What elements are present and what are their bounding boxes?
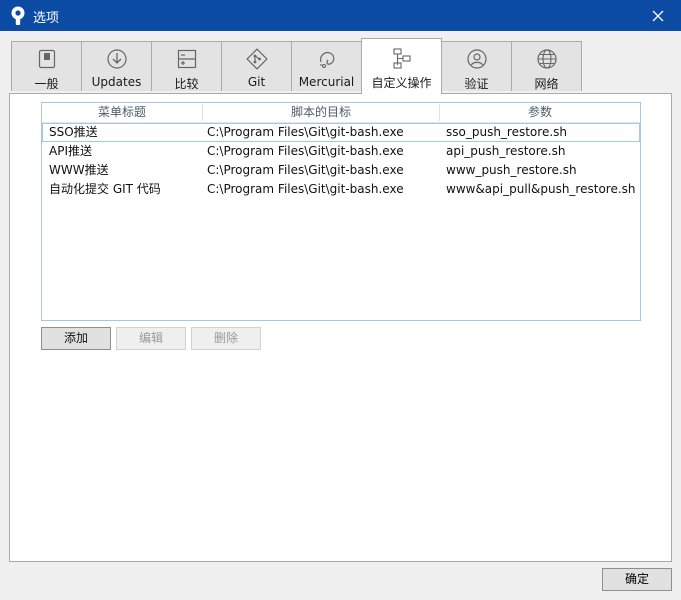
tab-mercurial[interactable]: Mercurial [291,41,362,91]
tab-general[interactable]: 一般 [11,41,82,91]
row-script-target: C:\Program Files\Git\git-bash.exe [207,163,404,177]
ok-button[interactable]: 确定 [602,568,672,591]
column-header-menu-title[interactable]: 菜单标题 [42,103,202,122]
row-script-target: C:\Program Files\Git\git-bash.exe [207,144,404,158]
row-parameters: www_push_restore.sh [446,163,577,177]
row-parameters: api_push_restore.sh [446,144,566,158]
tab-label: 一般 [34,77,59,91]
close-icon [652,10,664,21]
tab-label: 验证 [464,77,489,91]
globe-icon [536,49,557,69]
download-circle-icon [106,49,127,69]
general-icon [38,49,55,69]
tab-label: 自定义操作 [371,76,432,90]
tab-updates[interactable]: Updates [81,41,152,91]
list-header: 菜单标题 脚本的目标 参数 [42,103,640,123]
close-button[interactable] [635,0,681,31]
table-row[interactable]: API推送 C:\Program Files\Git\git-bash.exe … [42,142,640,161]
sourcetree-logo-icon [11,6,25,25]
tab-label: Mercurial [298,75,355,89]
add-button[interactable]: 添加 [41,327,111,350]
tab-custom-actions[interactable]: 自定义操作 [361,38,442,94]
custom-actions-list[interactable]: 菜单标题 脚本的目标 参数 SSO推送 C:\Program Files\Git… [41,102,641,321]
table-row[interactable]: 自动化提交 GIT 代码 C:\Program Files\Git\git-ba… [42,180,640,199]
custom-actions-panel: 菜单标题 脚本的目标 参数 SSO推送 C:\Program Files\Git… [9,93,672,562]
user-icon [466,49,487,69]
column-header-parameters[interactable]: 参数 [440,103,640,122]
tab-git[interactable]: Git [221,41,292,91]
title-bar: 选项 [0,0,681,31]
table-row[interactable]: WWW推送 C:\Program Files\Git\git-bash.exe … [42,161,640,180]
row-menu-title: 自动化提交 GIT 代码 [49,182,161,196]
custom-actions-icon [392,48,411,69]
table-row[interactable]: SSO推送 C:\Program Files\Git\git-bash.exe … [42,123,640,142]
tab-label: 比较 [174,77,199,91]
tab-authentication[interactable]: 验证 [441,41,512,91]
tab-label: Updates [91,75,142,89]
compare-icon [177,49,196,69]
tab-label: 网络 [534,77,559,91]
row-menu-title: API推送 [49,144,92,158]
row-parameters: sso_push_restore.sh [446,125,568,139]
row-script-target: C:\Program Files\Git\git-bash.exe [207,125,404,139]
row-menu-title: SSO推送 [49,125,98,139]
row-parameters: www&api_pull&push_restore.sh [446,182,636,196]
mercurial-icon [319,51,334,69]
tab-compare[interactable]: 比较 [151,41,222,91]
window-title: 选项 [33,11,60,26]
row-script-target: C:\Program Files\Git\git-bash.exe [207,182,404,196]
delete-button[interactable]: 删除 [191,327,261,350]
tab-network[interactable]: 网络 [511,41,582,91]
git-icon [245,48,268,70]
column-header-script-target[interactable]: 脚本的目标 [203,103,439,122]
tab-label: Git [247,75,266,89]
edit-button[interactable]: 编辑 [116,327,186,350]
row-menu-title: WWW推送 [49,163,109,177]
